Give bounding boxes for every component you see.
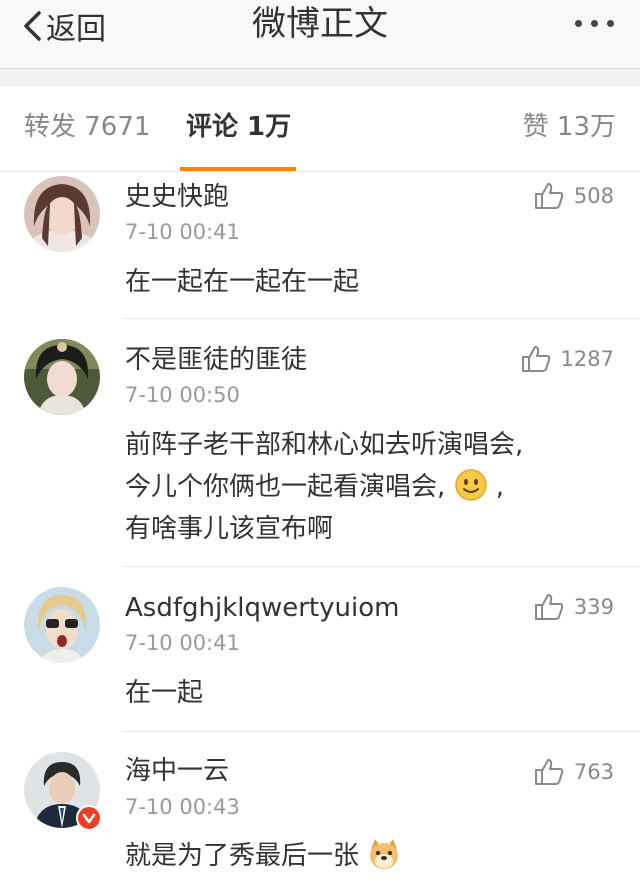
verified-badge <box>76 805 102 831</box>
more-options-button[interactable] <box>575 20 614 27</box>
thumbs-up-icon <box>534 183 564 209</box>
comment-time: 7-10 00:41 <box>125 631 240 655</box>
comment-text: 前阵子老干部和林心如去听演唱会, <box>125 430 524 460</box>
more-dot-icon <box>575 20 582 27</box>
tab-repost[interactable]: 转发 7671 <box>24 110 150 144</box>
navigation-bar: 返回 微博正文 <box>0 0 640 69</box>
comment-text-line: 今儿个你俩也一起看演唱会, <box>125 472 446 502</box>
page-title: 微博正文 <box>252 4 388 44</box>
thumbs-up-icon <box>534 759 564 785</box>
tab-likes[interactable]: 赞 13万 <box>523 110 616 144</box>
thumbs-up-icon <box>521 346 550 372</box>
thumbs-up-icon <box>534 594 564 620</box>
comment-time: 7-10 00:41 <box>125 220 240 244</box>
comment-text-line: 就是为了秀最后一张 <box>125 841 360 871</box>
comment-text: 在一起 <box>125 678 204 708</box>
username[interactable]: 不是匪徒的匪徒 <box>125 343 307 377</box>
avatar[interactable] <box>24 587 100 663</box>
more-dot-icon <box>591 20 598 27</box>
like-count: 763 <box>573 760 614 784</box>
comment-item: 不是匪徒的匪徒 7-10 00:50 1287 前阵子老干部和林心如去听演唱会,… <box>0 319 640 566</box>
smile-emoji-icon <box>454 468 487 501</box>
tab-bar: 转发 7671 评论 1万 赞 13万 <box>0 86 640 172</box>
more-dot-icon <box>607 20 614 27</box>
comment-item: 海中一云 7-10 00:43 763 就是为了秀最后一张 <box>0 732 640 889</box>
like-button[interactable]: 339 <box>534 593 614 621</box>
username[interactable]: 史史快跑 <box>125 180 229 214</box>
like-button[interactable]: 763 <box>534 758 614 786</box>
comment-text: 就是为了秀最后一张 <box>125 836 401 876</box>
avatar[interactable] <box>24 339 100 415</box>
tab-comments[interactable]: 评论 1万 <box>186 110 291 144</box>
like-count: 339 <box>573 595 614 619</box>
like-button[interactable]: 1287 <box>521 345 614 373</box>
comment-text: 在一起在一起在一起 <box>125 267 360 297</box>
comment-time: 7-10 00:43 <box>125 795 240 819</box>
avatar[interactable] <box>24 176 100 252</box>
username[interactable]: 海中一云 <box>125 754 229 788</box>
active-tab-indicator <box>180 167 296 171</box>
like-count: 508 <box>573 184 614 208</box>
username[interactable]: Asdfghjklqwertyuiom <box>125 591 399 625</box>
comment-time: 7-10 00:50 <box>125 383 240 407</box>
doge-emoji-icon <box>370 838 399 869</box>
v-badge-icon <box>82 813 96 824</box>
comment-item: Asdfghjklqwertyuiom 7-10 00:41 339 在一起 <box>0 567 640 731</box>
comment-text-tail: , <box>495 472 505 502</box>
comment-text: 今儿个你俩也一起看演唱会, , <box>125 467 504 507</box>
comment-text: 有啥事儿该宣布啊 <box>125 514 334 544</box>
like-button[interactable]: 508 <box>534 182 614 210</box>
like-count: 1287 <box>560 347 614 371</box>
comment-list[interactable]: 史史快跑 7-10 00:41 508 在一起在一起在一起 不是匪徒的匪徒 7-… <box>0 172 640 889</box>
comment-item: 史史快跑 7-10 00:41 508 在一起在一起在一起 <box>0 172 640 318</box>
